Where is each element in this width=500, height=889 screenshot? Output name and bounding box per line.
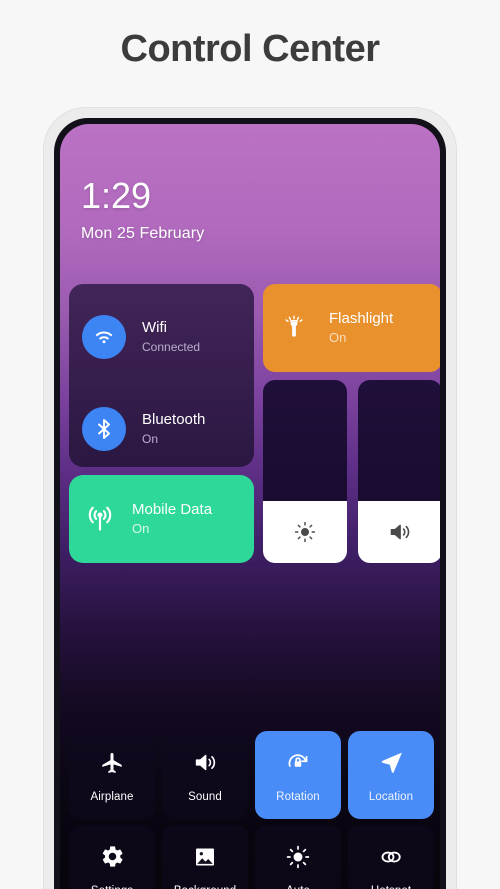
connectivity-item-wifi[interactable]: Wifi Connected: [69, 298, 254, 376]
quick-settings-panel: Wifi Connected Bluetooth On Mobile Data …: [60, 284, 440, 889]
toggle-sound[interactable]: Sound: [162, 731, 248, 819]
toggle-label: Auto: [286, 885, 310, 889]
mobile-data-tile[interactable]: Mobile Data On: [69, 475, 254, 563]
brightness-icon: [293, 520, 317, 544]
mobile-data-subtitle: On: [132, 521, 150, 536]
toggle-rotation[interactable]: Rotation: [255, 731, 341, 819]
airplane-icon: [99, 748, 125, 778]
flashlight-tile[interactable]: Flashlight On: [263, 284, 440, 372]
toggle-settings[interactable]: Settings: [69, 825, 155, 889]
phone-screen: 1:29 Mon 25 February Wifi Connected Blue…: [60, 124, 440, 889]
volume-slider-fill: [358, 501, 440, 563]
connectivity-item-title: Wifi: [142, 319, 167, 336]
toggle-label: Rotation: [276, 790, 320, 803]
rotation-icon: [284, 748, 312, 778]
brightness-slider[interactable]: [263, 380, 347, 563]
clock-time: 1:29: [81, 175, 152, 216]
toggle-location[interactable]: Location: [348, 731, 434, 819]
toggle-label: Location: [368, 790, 414, 803]
gear-icon: [100, 842, 125, 872]
toggle-background[interactable]: Background: [162, 825, 248, 889]
flashlight-icon: [279, 313, 309, 343]
toggle-label: Settings: [91, 885, 133, 889]
flashlight-text: Flashlight On: [329, 309, 393, 347]
toggle-grid: Airplane Sound Rotation Location: [69, 731, 434, 889]
sun-icon: [285, 842, 311, 872]
status-clock: 1:29 Mon 25 February: [81, 176, 204, 243]
toggle-auto[interactable]: Auto: [255, 825, 341, 889]
connectivity-item-subtitle: Connected: [142, 340, 201, 354]
bluetooth-icon: [82, 407, 126, 451]
flashlight-subtitle: On: [329, 330, 347, 345]
mobile-data-title: Mobile Data: [132, 501, 213, 518]
image-icon: [192, 842, 218, 872]
toggle-label: Background: [174, 885, 236, 889]
connectivity-item-title: Bluetooth: [142, 411, 206, 428]
connectivity-item-bluetooth[interactable]: Bluetooth On: [69, 390, 254, 468]
toggle-label: Airplane: [90, 790, 134, 803]
connectivity-item-text: Bluetooth On: [142, 410, 205, 448]
connectivity-item-text: Wifi Connected: [142, 318, 200, 356]
toggle-label: Sound: [188, 790, 222, 803]
flashlight-title: Flashlight: [329, 310, 394, 327]
toggle-airplane[interactable]: Airplane: [69, 731, 155, 819]
location-icon: [378, 748, 405, 778]
clock-date: Mon 25 February: [81, 225, 205, 242]
cell-signal-icon: [84, 503, 116, 535]
toggle-label: Hotspot: [371, 885, 411, 889]
connectivity-item-subtitle: On: [142, 432, 159, 446]
phone-bezel: 1:29 Mon 25 February Wifi Connected Blue…: [54, 118, 446, 889]
page-title: Control Center: [120, 28, 381, 70]
top-tile-grid: Wifi Connected Bluetooth On Mobile Data …: [69, 284, 440, 564]
volume-icon: [387, 519, 413, 545]
sound-icon: [192, 748, 219, 778]
phone-frame: 1:29 Mon 25 February Wifi Connected Blue…: [44, 108, 456, 889]
wifi-icon: [82, 315, 126, 359]
mobile-data-text: Mobile Data On: [132, 500, 212, 538]
toggle-hotspot[interactable]: Hotspot: [348, 825, 434, 889]
volume-slider[interactable]: [358, 380, 440, 563]
brightness-slider-fill: [263, 501, 347, 563]
hotspot-icon: [376, 842, 406, 872]
connectivity-card: Wifi Connected Bluetooth On: [69, 284, 254, 467]
